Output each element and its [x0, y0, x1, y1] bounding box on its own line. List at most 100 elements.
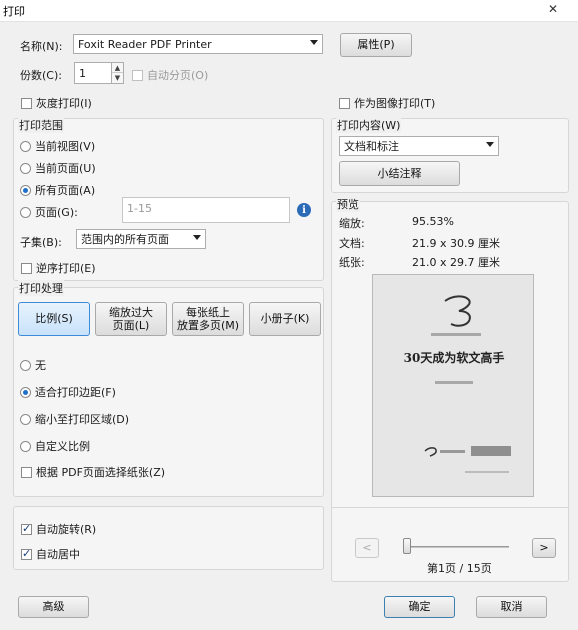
- printer-name-label: 名称(N):: [20, 40, 63, 53]
- scale-none-radio[interactable]: [20, 359, 31, 371]
- info-icon[interactable]: i: [297, 203, 311, 217]
- subtitle-line: [431, 333, 481, 336]
- preview-page-heading: 30天成为软文高手: [403, 351, 505, 365]
- print-as-image-checkbox[interactable]: [339, 97, 350, 109]
- choose-paper-label: 根据 PDF页面选择纸张(Z): [36, 466, 166, 479]
- tab-multiple-pages[interactable]: 每张纸上 放置多页(M): [172, 302, 244, 336]
- pages-input[interactable]: 1-15: [122, 197, 290, 223]
- next-page-button[interactable]: >: [532, 538, 556, 558]
- printer-select-value: Foxit Reader PDF Printer: [78, 37, 212, 51]
- printer-select[interactable]: Foxit Reader PDF Printer: [73, 34, 323, 54]
- fit-margins-label: 适合打印边距(F): [35, 386, 116, 399]
- custom-scale-radio[interactable]: [20, 440, 31, 452]
- print-what-title: 打印内容(W): [336, 117, 402, 133]
- choose-paper-option[interactable]: 根据 PDF页面选择纸张(Z): [21, 464, 165, 480]
- properties-button[interactable]: 属性(P): [340, 33, 412, 57]
- custom-scale-option[interactable]: 自定义比例: [20, 438, 90, 454]
- window-title: 打印: [3, 5, 25, 18]
- current-view-radio[interactable]: [20, 140, 31, 152]
- pages-radio[interactable]: [20, 206, 31, 218]
- scale-none-label: 无: [35, 359, 46, 372]
- range-pages[interactable]: 页面(G):: [20, 204, 78, 220]
- auto-center-option[interactable]: 自动居中: [21, 546, 80, 562]
- tab-scale-label: 比例(S): [35, 312, 73, 326]
- copies-label: 份数(C):: [20, 69, 62, 82]
- shrink-label: 缩小至打印区域(D): [35, 413, 130, 426]
- range-current-view[interactable]: 当前视图(V): [20, 138, 95, 154]
- stepper-up-icon[interactable]: ▲: [112, 63, 123, 73]
- reverse-checkbox[interactable]: [21, 262, 32, 274]
- fit-margins-radio[interactable]: [20, 386, 31, 398]
- auto-rotate-option[interactable]: 自动旋转(R): [21, 521, 96, 537]
- footer-logo-icon: [424, 447, 437, 457]
- close-icon[interactable]: ✕: [548, 2, 558, 16]
- choose-paper-checkbox[interactable]: [21, 466, 32, 478]
- print-as-image-label: 作为图像打印(T): [354, 97, 436, 110]
- stepper-down-icon[interactable]: ▼: [112, 73, 123, 83]
- zoom-label: 缩放:: [339, 217, 365, 230]
- preview-title: 预览: [336, 196, 360, 212]
- document-size-label: 文档:: [339, 237, 365, 250]
- ok-button[interactable]: 确定: [384, 596, 455, 618]
- collate-option[interactable]: 自动分页(O): [132, 67, 208, 83]
- auto-rotate-checkbox[interactable]: [21, 522, 32, 535]
- auto-rotate-label: 自动旋转(R): [36, 523, 97, 536]
- chevron-down-icon: [486, 142, 494, 147]
- chevron-down-icon: [193, 235, 201, 240]
- footer-url: [465, 471, 509, 473]
- auto-center-label: 自动居中: [36, 548, 80, 561]
- grayscale-option[interactable]: 灰度打印(I): [21, 95, 92, 111]
- document-size-value: 21.9 x 30.9 厘米: [412, 237, 500, 250]
- auto-center-checkbox[interactable]: [21, 547, 32, 560]
- advanced-button[interactable]: 高级: [18, 596, 89, 618]
- shrink-option[interactable]: 缩小至打印区域(D): [20, 411, 129, 427]
- footer-stamp: [471, 446, 511, 456]
- tab-multiple-pages-label: 每张纸上 放置多页(M): [176, 305, 240, 332]
- grayscale-label: 灰度打印(I): [36, 97, 92, 110]
- subset-select[interactable]: 范围内的所有页面: [76, 229, 206, 249]
- print-as-image-option[interactable]: 作为图像打印(T): [339, 95, 435, 111]
- cancel-button[interactable]: 取消: [476, 596, 547, 618]
- tab-scale[interactable]: 比例(S): [18, 302, 90, 336]
- range-all-pages[interactable]: 所有页面(A): [20, 182, 95, 198]
- preview-divider: [331, 507, 569, 508]
- subset-label: 子集(B):: [20, 236, 62, 249]
- all-pages-label: 所有页面(A): [35, 184, 96, 197]
- pages-label: 页面(G):: [35, 206, 78, 219]
- tab-fit-oversized-label: 缩放过大 页面(L): [109, 305, 153, 332]
- all-pages-radio[interactable]: [20, 184, 31, 196]
- page-slider-track[interactable]: [403, 546, 509, 548]
- zoom-value: 95.53%: [412, 215, 454, 228]
- custom-scale-label: 自定义比例: [35, 440, 90, 453]
- current-page-radio[interactable]: [20, 162, 31, 174]
- grayscale-checkbox[interactable]: [21, 97, 32, 109]
- current-view-label: 当前视图(V): [35, 140, 96, 153]
- copies-stepper[interactable]: ▲ ▼: [111, 62, 124, 84]
- current-page-label: 当前页面(U): [35, 162, 96, 175]
- scale-none-option[interactable]: 无: [20, 357, 46, 373]
- tab-fit-oversized[interactable]: 缩放过大 页面(L): [95, 302, 167, 336]
- reverse-option[interactable]: 逆序打印(E): [21, 260, 96, 276]
- collate-label: 自动分页(O): [147, 69, 209, 82]
- author-line: [435, 381, 473, 384]
- print-range-title: 打印范围: [18, 117, 64, 133]
- page-slider-thumb[interactable]: [403, 538, 411, 554]
- collate-checkbox[interactable]: [132, 69, 143, 81]
- footer-brand-text: [440, 450, 465, 453]
- range-current-page[interactable]: 当前页面(U): [20, 160, 96, 176]
- summarize-comments-button[interactable]: 小结注释: [339, 161, 460, 186]
- prev-page-button[interactable]: <: [355, 538, 379, 558]
- chevron-down-icon: [310, 40, 318, 45]
- paper-size-value: 21.0 x 29.7 厘米: [412, 256, 500, 269]
- print-what-select-value: 文档和标注: [344, 140, 399, 153]
- reverse-label: 逆序打印(E): [36, 262, 96, 275]
- shrink-radio[interactable]: [20, 413, 31, 425]
- print-what-select[interactable]: 文档和标注: [339, 136, 499, 156]
- copies-input[interactable]: 1: [74, 62, 112, 84]
- fit-margins-option[interactable]: 适合打印边距(F): [20, 384, 116, 400]
- subset-select-value: 范围内的所有页面: [81, 233, 169, 246]
- paper-size-label: 纸张:: [339, 256, 365, 269]
- preview-page-graphic: [424, 295, 511, 473]
- tab-booklet[interactable]: 小册子(K): [249, 302, 321, 336]
- page-indicator: 第1页 / 15页: [427, 562, 492, 575]
